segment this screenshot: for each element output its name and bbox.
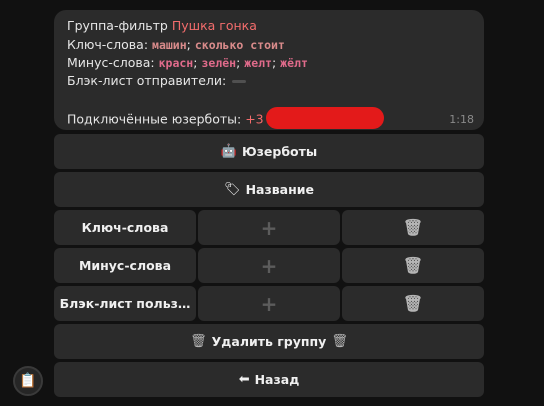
blacklist-button-label: Блэк-лист польз… — [59, 296, 191, 311]
group-line: Группа-фильтр Пушка гонка — [67, 18, 257, 33]
keywords-label: Ключ-слова: — [67, 37, 149, 52]
userbots-label: Подключённые юзерботы: — [67, 111, 242, 127]
minus-label: Минус-слова: — [67, 55, 155, 70]
keywords-button[interactable]: Ключ-слова — [54, 210, 196, 245]
delete-minus-words-button[interactable]: 🗑 — [342, 248, 484, 283]
delete-keywords-button[interactable]: 🗑 — [342, 210, 484, 245]
add-blacklist-button[interactable]: + — [198, 286, 340, 321]
separator: ; — [186, 37, 191, 52]
trash-icon: 🗑 — [402, 218, 424, 237]
clipboard-icon: 📋 — [19, 373, 37, 389]
userbots-value[interactable]: +3 — [245, 112, 263, 127]
bot-avatar[interactable]: 📋 — [13, 366, 43, 396]
redaction-mark — [265, 107, 384, 129]
trash-icon: 🗑 — [190, 334, 207, 349]
back-button-label: Назад — [254, 372, 300, 387]
userbots-button-label: Юзерботы — [241, 144, 318, 159]
back-arrow-icon: ⬅ — [238, 372, 250, 387]
bot-message: Группа-фильтр Пушка гонка Ключ-слова: ма… — [54, 10, 484, 130]
minus-words-button[interactable]: Минус-слова — [54, 248, 196, 283]
robot-icon: 🤖 — [220, 144, 237, 159]
delete-group-button-label: Удалить группу — [211, 334, 327, 349]
group-name: Пушка гонка — [171, 18, 257, 33]
minus-word-chip[interactable]: желт — [244, 56, 272, 70]
group-label: Группа-фильтр — [67, 18, 168, 33]
separator: ; — [236, 55, 241, 70]
plus-icon: + — [260, 291, 278, 316]
add-minus-word-button[interactable]: + — [198, 248, 340, 283]
trash-icon: 🗑 — [402, 294, 424, 313]
minus-words-button-label: Минус-слова — [78, 258, 172, 273]
back-button[interactable]: ⬅ Назад — [54, 362, 484, 397]
empty-value-placeholder — [232, 80, 247, 83]
blacklist-line: Блэк-лист отправители: — [67, 73, 247, 88]
minus-word-chip[interactable]: зелён — [201, 56, 236, 70]
plus-icon: + — [260, 253, 278, 278]
minus-word-chip[interactable]: жёлт — [280, 56, 308, 70]
chat-view: Группа-фильтр Пушка гонка Ключ-слова: ма… — [0, 0, 544, 406]
add-keyword-button[interactable]: + — [198, 210, 340, 245]
userbots-button[interactable]: 🤖 Юзерботы — [54, 134, 484, 169]
delete-blacklist-button[interactable]: 🗑 — [342, 286, 484, 321]
message-time: 1:18 — [449, 113, 474, 126]
minus-word-chip[interactable]: красн — [159, 56, 194, 70]
label-tag-icon: 🏷 — [224, 182, 241, 197]
delete-group-button[interactable]: 🗑 Удалить группу 🗑 — [54, 324, 484, 359]
trash-icon: 🗑 — [402, 256, 424, 275]
keywords-line: Ключ-слова: машин; сколько стоит — [67, 37, 285, 52]
keyword-chip[interactable]: машин — [152, 38, 187, 52]
name-button[interactable]: 🏷 Название — [54, 172, 484, 207]
separator: ; — [271, 55, 277, 70]
plus-icon: + — [260, 215, 278, 240]
blacklist-label: Блэк-лист отправители: — [67, 73, 227, 88]
keyword-chip[interactable]: сколько стоит — [195, 38, 285, 52]
separator: ; — [193, 55, 198, 70]
keywords-button-label: Ключ-слова — [81, 220, 169, 235]
blacklist-button[interactable]: Блэк-лист польз… — [54, 286, 196, 321]
name-button-label: Название — [245, 182, 314, 197]
userbots-line: Подключённые юзерботы: +3 — [67, 107, 384, 131]
minus-words-line: Минус-слова: красн; зелён; желт; жёлт — [67, 55, 308, 70]
trash-icon: 🗑 — [331, 334, 348, 349]
